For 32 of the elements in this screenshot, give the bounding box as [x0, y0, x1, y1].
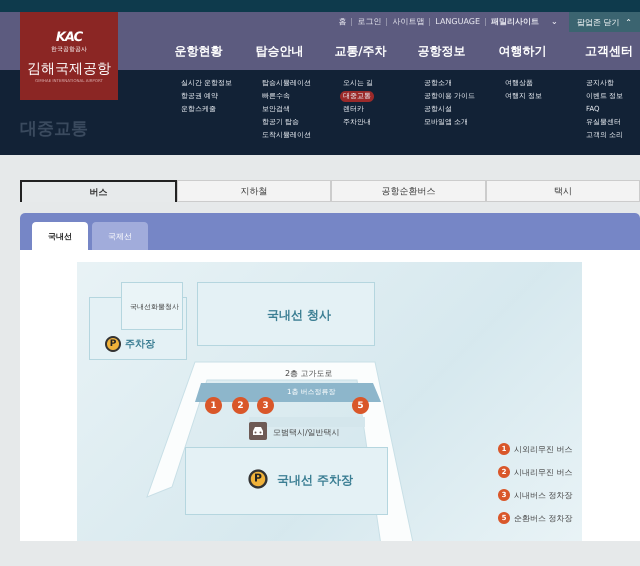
nav-menu-item[interactable]: 고객센터: [563, 42, 633, 60]
overpass-label: 2층 고가도로: [285, 368, 333, 379]
caret-icon[interactable]: ⌄: [551, 18, 558, 26]
header-link[interactable]: 홈: [333, 18, 352, 26]
legend-label: 시내리무진 버스: [514, 467, 573, 478]
nav-menu-item[interactable]: 여행하기: [482, 42, 563, 60]
nav-menu-item[interactable]: 공항정보: [401, 42, 482, 60]
legend-label: 시외리무진 버스: [514, 444, 573, 455]
stop-number-marker: 2: [232, 397, 249, 414]
nav-menu-item[interactable]: 운항현황: [158, 42, 239, 60]
header-link[interactable]: LANGUAGE: [429, 18, 486, 26]
header-link[interactable]: 사이트맵: [386, 18, 430, 26]
transport-tab[interactable]: 지하철: [176, 180, 331, 202]
nav-menu-item[interactable]: 탑승안내: [239, 42, 320, 60]
domestic-parking-label: 국내선 주차장: [277, 472, 354, 489]
terminal-label: 국내선 청사: [267, 307, 332, 324]
transport-tab[interactable]: 공항순환버스: [331, 180, 486, 202]
nav-menu-item[interactable]: 교통/주차: [320, 42, 401, 60]
terminal-tab[interactable]: 국내선: [32, 222, 88, 250]
transport-tab[interactable]: 택시: [486, 180, 640, 202]
legend-label: 시내버스 정차장: [514, 490, 573, 501]
stop-number-marker: 1: [205, 397, 222, 414]
taxi-label: 모범택시/일반택시: [273, 427, 340, 438]
family-site-dropdown[interactable]: 패밀리사이트 ⌄: [485, 18, 563, 26]
transport-tab[interactable]: 버스: [20, 180, 176, 202]
taxi-icon: [249, 422, 267, 440]
legend-label: 순환버스 정차장: [514, 513, 573, 524]
cargo-terminal-building: [121, 282, 183, 330]
stop-number-marker: 3: [257, 397, 274, 414]
popup-close-button[interactable]: 팝업존 닫기 ⌃: [568, 12, 640, 32]
header-link[interactable]: 로그인: [351, 18, 386, 26]
parking-label: 주차장: [125, 338, 155, 351]
